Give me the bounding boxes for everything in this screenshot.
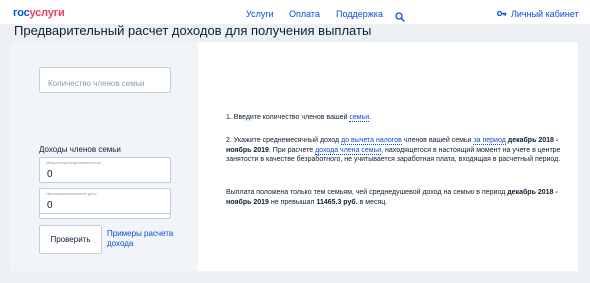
check-button[interactable]: Проверить bbox=[39, 225, 102, 254]
top-header: госуслуги Услуги Оплата Поддержка Личный… bbox=[0, 0, 590, 24]
page-title: Предварительный расчет доходов для получ… bbox=[14, 23, 372, 38]
step1-end: . bbox=[369, 114, 372, 121]
nav-support[interactable]: Поддержка bbox=[336, 9, 383, 20]
note-text-a: Выплата положена только тем семьям, чей … bbox=[226, 189, 508, 196]
info-step-2: 2. Укажите среднемесячный доход до вычет… bbox=[226, 136, 566, 165]
logo-part-uslugi: услуги bbox=[29, 7, 65, 19]
step2-text-c: . При расчете bbox=[268, 146, 316, 154]
key-icon bbox=[496, 9, 507, 18]
income-input-1-label: Мать/отец/опекун/попечитель bbox=[46, 160, 102, 165]
income-input-3-value: 0 bbox=[47, 200, 53, 211]
nav-services[interactable]: Услуги bbox=[246, 9, 274, 20]
step2-text-a: 2. Укажите среднемесячный доход bbox=[226, 137, 342, 144]
note-text-b: не превышал bbox=[268, 198, 317, 206]
calculation-examples-link[interactable]: Примеры расчета дохода bbox=[107, 229, 177, 249]
family-income-label: Доходы членов семьи bbox=[39, 145, 121, 154]
info-step-1: 1. Введите количество членов вашей семьи… bbox=[226, 113, 566, 123]
income-input-3-label: Несовершеннолетние дети bbox=[46, 191, 97, 196]
family-count-placeholder: Количество членов семьи bbox=[48, 79, 145, 88]
income-input-3[interactable]: Несовершеннолетние дети 0 bbox=[39, 188, 171, 214]
logo-part-gos: гос bbox=[13, 7, 30, 19]
period-link[interactable]: за период bbox=[473, 137, 506, 145]
family-count-input[interactable]: Количество членов семьи bbox=[39, 67, 171, 93]
info-note: Выплата положена только тем семьям, чей … bbox=[226, 188, 566, 207]
step1-text: 1. Введите количество членов вашей bbox=[226, 114, 350, 121]
search-icon[interactable] bbox=[395, 9, 405, 22]
nav-payment[interactable]: Оплата bbox=[289, 9, 320, 20]
income-input-1[interactable]: Мать/отец/опекун/попечитель 0 bbox=[39, 157, 171, 183]
personal-account-label: Личный кабинет bbox=[511, 9, 579, 19]
before-tax-link[interactable]: до вычета налогов bbox=[341, 137, 402, 145]
note-amount: 11465.3 руб. bbox=[316, 198, 358, 206]
note-text-c: в месяц. bbox=[357, 198, 388, 206]
step2-text-b: членов вашей семьи bbox=[401, 137, 474, 144]
income-input-1-value: 0 bbox=[47, 169, 53, 180]
gosuslugi-logo[interactable]: госуслуги bbox=[13, 8, 65, 19]
calculator-card: Количество членов семьи Доходы членов се… bbox=[10, 42, 578, 271]
family-link[interactable]: семьи bbox=[349, 114, 370, 122]
personal-account-link[interactable]: Личный кабинет bbox=[496, 9, 579, 20]
member-income-link[interactable]: дохода члена семьи bbox=[315, 146, 382, 155]
